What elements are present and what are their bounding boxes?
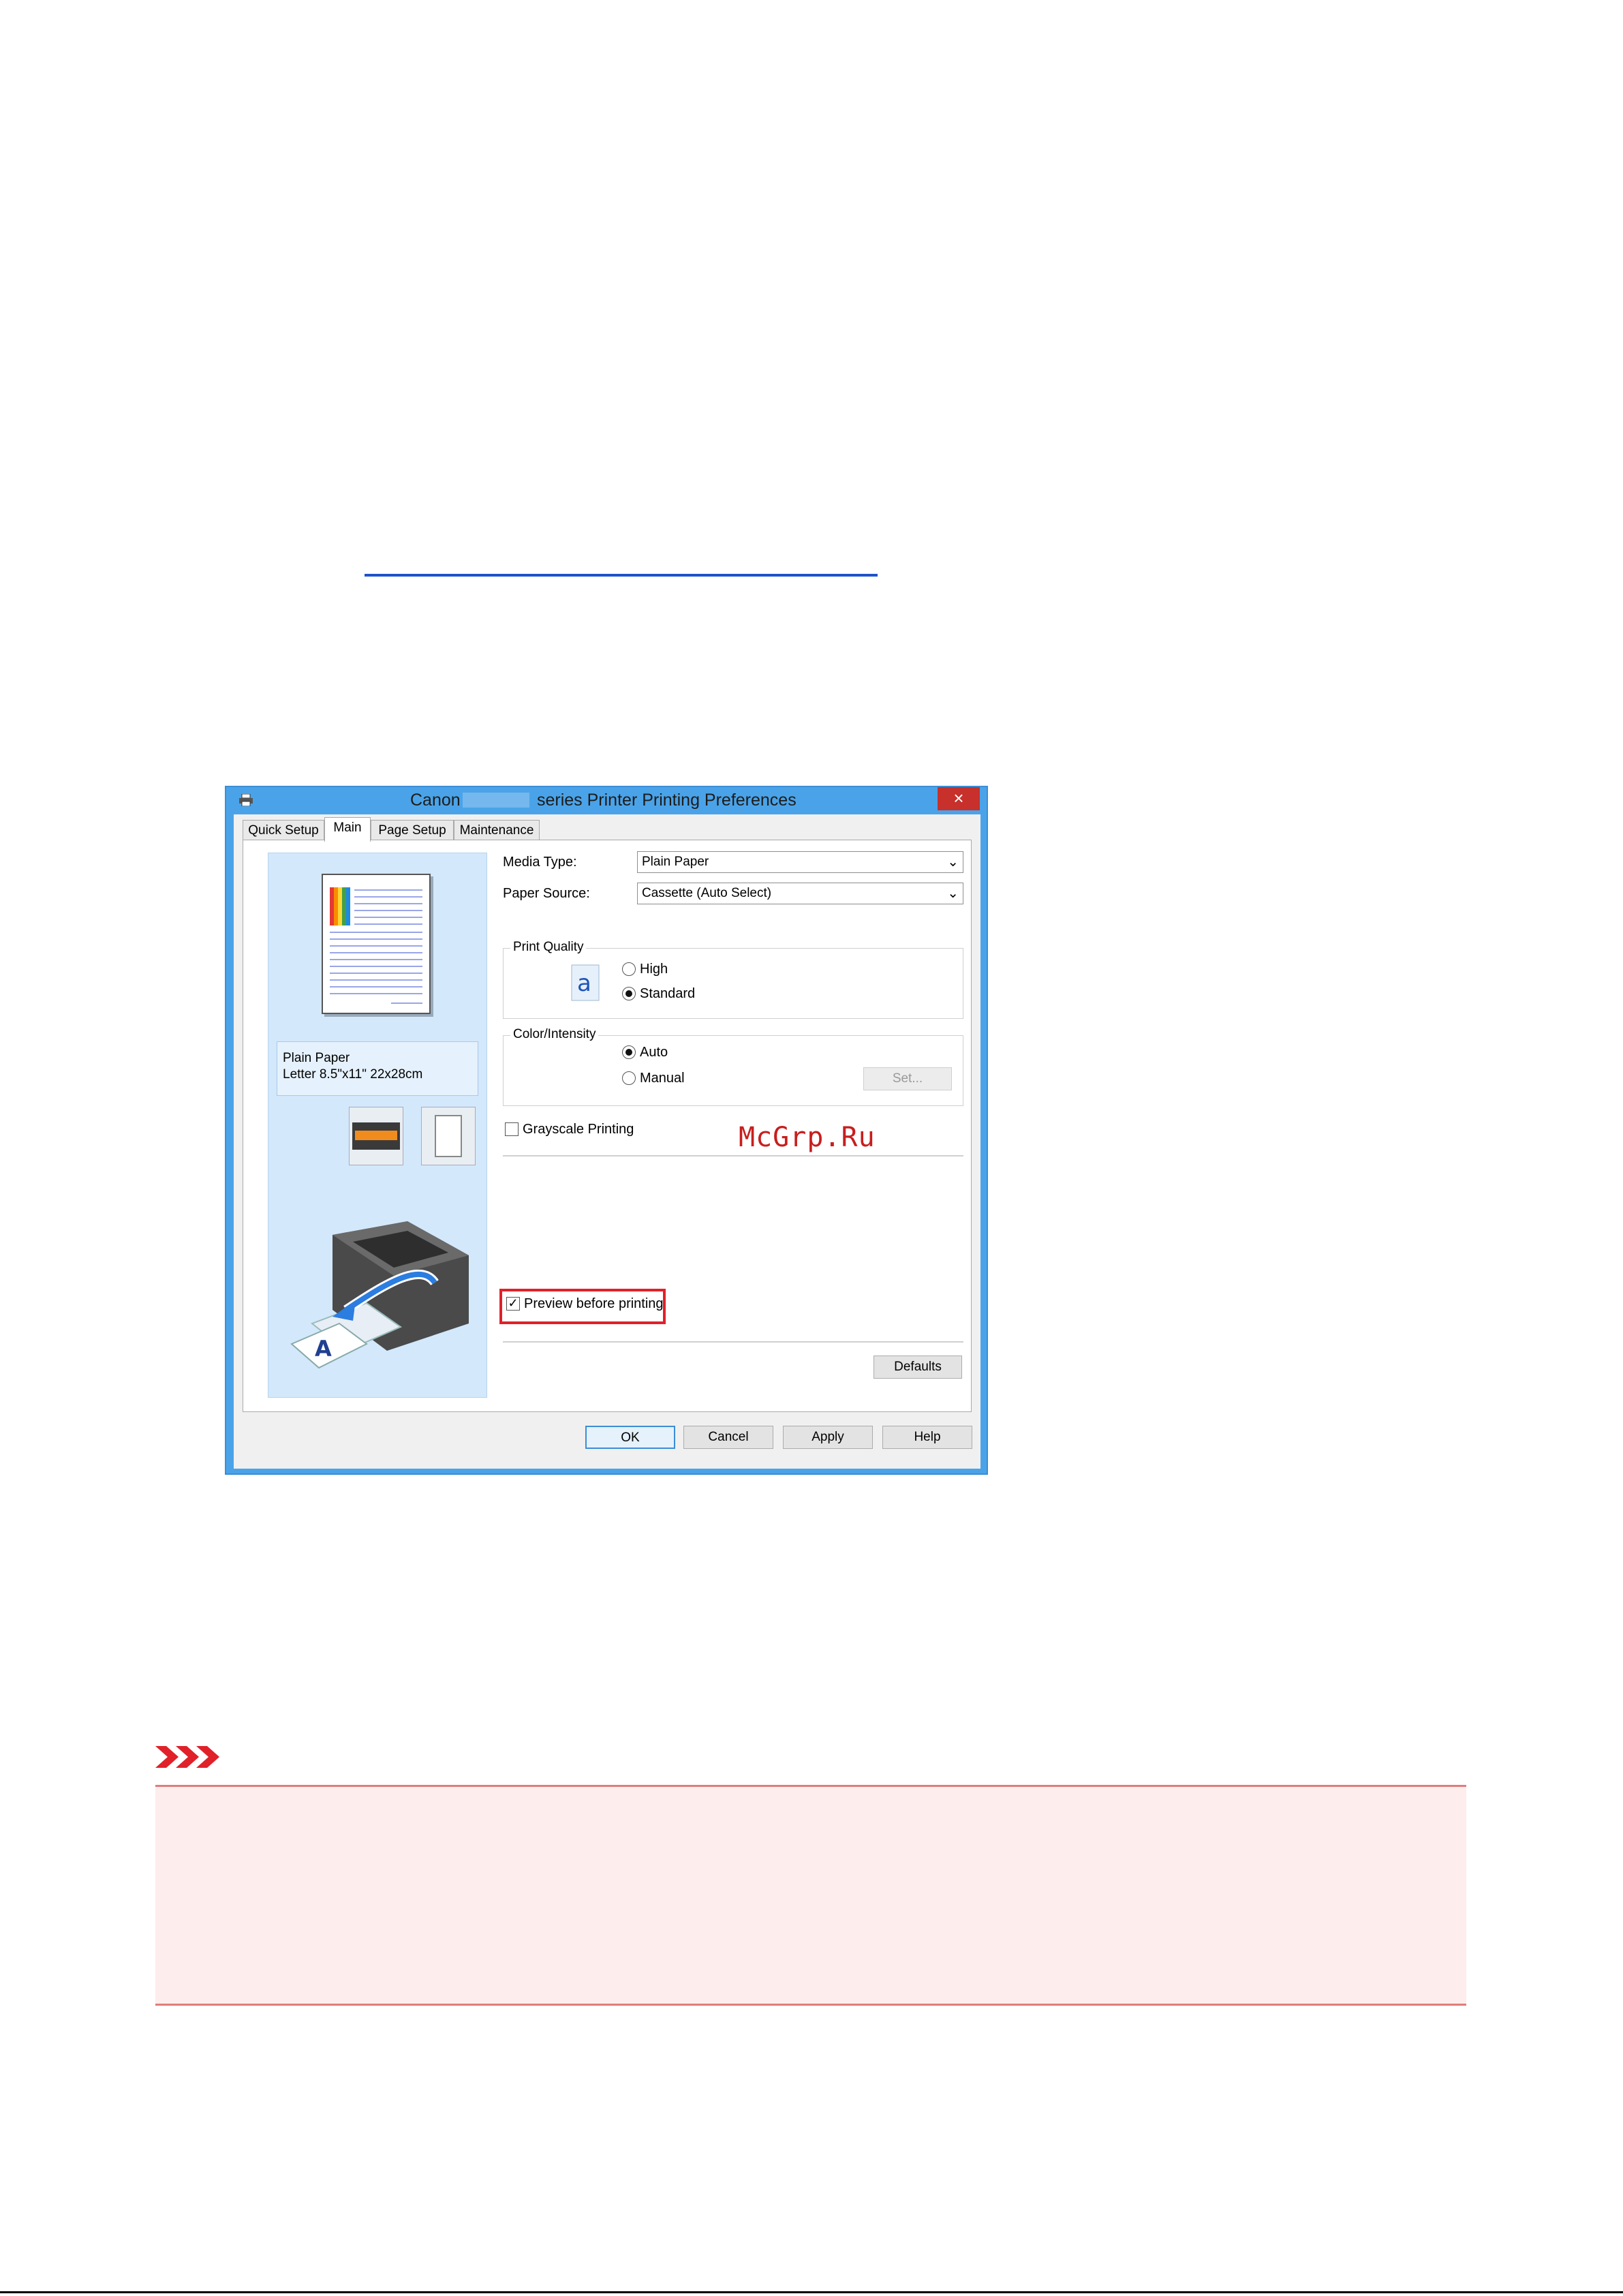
color-auto-label: Auto	[640, 1045, 668, 1060]
help-button[interactable]: Help	[882, 1426, 972, 1449]
media-type-label: Media Type:	[503, 855, 577, 870]
color-intensity-title: Color/Intensity	[510, 1026, 599, 1043]
grayscale-label: Grayscale Printing	[523, 1122, 634, 1137]
page-preview-graphic	[330, 887, 422, 1004]
quality-high-label: High	[640, 962, 668, 977]
redacted-model-name	[463, 793, 529, 808]
media-type-value: Plain Paper	[642, 855, 709, 869]
color-auto-radio[interactable]	[622, 1045, 636, 1059]
cancel-button[interactable]: Cancel	[683, 1426, 773, 1449]
ok-button[interactable]: OK	[585, 1426, 675, 1449]
quality-high-radio[interactable]	[622, 962, 636, 976]
color-manual-radio[interactable]	[622, 1071, 636, 1085]
cassette-source-icon	[349, 1107, 403, 1165]
dialog-title-bar: Canon series Printer Printing Preference…	[226, 787, 987, 812]
paper-orientation-icon	[421, 1107, 476, 1165]
grayscale-checkbox[interactable]	[505, 1122, 519, 1136]
settings-preview-pane: Plain Paper Letter 8.5"x11" 22x28cm A	[268, 853, 487, 1398]
print-quality-icon-glyph: a	[577, 970, 591, 997]
footer-rule	[0, 2291, 1623, 2293]
set-button[interactable]: Set...	[863, 1067, 952, 1090]
divider	[503, 1155, 963, 1157]
tab-page-setup[interactable]: Page Setup	[371, 820, 454, 840]
chevron-down-icon: ⌄	[947, 855, 959, 870]
print-quality-group: Print Quality a High Standard	[503, 939, 963, 1019]
paper-info-box: Plain Paper Letter 8.5"x11" 22x28cm	[277, 1041, 478, 1096]
printer-icon	[239, 794, 253, 806]
print-quality-icon: a	[571, 964, 600, 1001]
color-manual-label: Manual	[640, 1071, 685, 1086]
apply-button[interactable]: Apply	[783, 1426, 873, 1449]
watermark: McGrp.Ru	[739, 1122, 876, 1153]
paper-source-select[interactable]: Cassette (Auto Select) ⌄	[637, 883, 963, 904]
printer-illustration: A	[290, 1221, 469, 1369]
quality-standard-label: Standard	[640, 986, 696, 1001]
close-button[interactable]: ×	[938, 787, 980, 810]
page-preview-thumbnail	[322, 874, 431, 1014]
chevron-down-icon: ⌄	[947, 886, 959, 901]
divider	[503, 1341, 963, 1343]
paper-info-media: Plain Paper	[283, 1051, 350, 1065]
paper-source-value: Cassette (Auto Select)	[642, 886, 772, 900]
highlight-box	[499, 1289, 666, 1324]
paper-info-size: Letter 8.5"x11" 22x28cm	[283, 1067, 423, 1082]
tab-main[interactable]: Main	[324, 817, 371, 842]
tab-maintenance[interactable]: Maintenance	[454, 820, 540, 840]
dialog-title-right: series Printer Printing Preferences	[537, 791, 797, 810]
important-note-box	[155, 1785, 1466, 2006]
print-quality-title: Print Quality	[510, 939, 587, 955]
tab-quick-setup[interactable]: Quick Setup	[243, 820, 324, 840]
media-type-select[interactable]: Plain Paper ⌄	[637, 851, 963, 873]
defaults-button[interactable]: Defaults	[874, 1356, 962, 1379]
dialog-title-left: Canon	[410, 791, 461, 810]
color-intensity-group: Color/Intensity Auto Manual Set...	[503, 1026, 963, 1106]
quality-standard-radio[interactable]	[622, 987, 636, 1000]
important-icon	[155, 1746, 219, 1768]
doc-link[interactable]	[365, 549, 878, 577]
paper-source-label: Paper Source:	[503, 886, 590, 901]
photo-letter-glyph: A	[315, 1336, 332, 1362]
